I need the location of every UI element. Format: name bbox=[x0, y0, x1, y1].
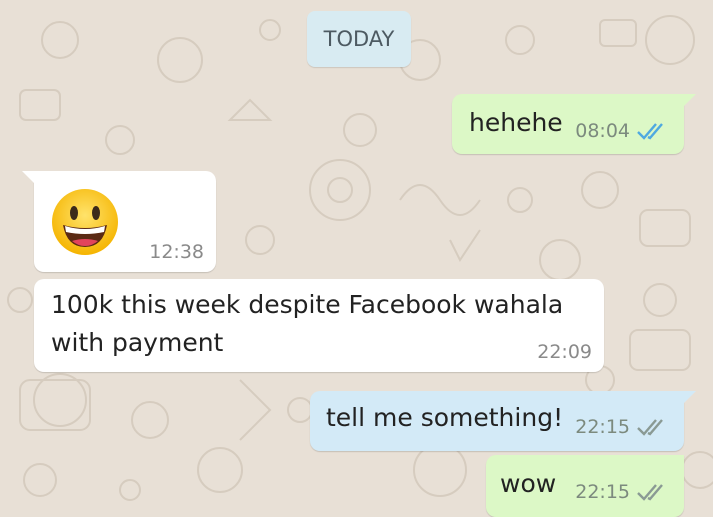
message-bubble-outgoing[interactable]: hehehe 08:04 bbox=[452, 94, 696, 154]
message-meta: 22:15 bbox=[575, 481, 670, 503]
message-bubble-incoming[interactable]: 100k this week despite Facebook wahala w… bbox=[34, 279, 604, 372]
message-meta: 22:09 bbox=[537, 341, 592, 363]
message-text: wow bbox=[500, 469, 557, 498]
delivered-receipt-icon bbox=[637, 419, 663, 436]
message-bubble-incoming[interactable]: 12:38 bbox=[22, 171, 216, 272]
message-bubble-outgoing[interactable]: wow 22:15 bbox=[486, 455, 684, 517]
message-time: 22:15 bbox=[575, 481, 630, 503]
message-meta: 12:38 bbox=[149, 241, 204, 263]
read-receipt-icon bbox=[637, 123, 663, 140]
date-label: TODAY bbox=[323, 27, 395, 51]
message-meta: 08:04 bbox=[575, 120, 670, 142]
grinning-face-emoji-icon bbox=[52, 189, 118, 255]
message-time: 22:15 bbox=[575, 416, 630, 438]
message-meta: 22:15 bbox=[575, 416, 670, 438]
date-separator: TODAY bbox=[307, 11, 411, 67]
message-time: 22:09 bbox=[537, 341, 592, 363]
delivered-receipt-icon bbox=[637, 484, 663, 501]
message-text-line: with payment bbox=[51, 328, 224, 357]
message-text: tell me something! bbox=[326, 403, 564, 432]
message-text-line: 100k this week despite Facebook wahala bbox=[51, 290, 564, 319]
message-time: 08:04 bbox=[575, 120, 630, 142]
message-time: 12:38 bbox=[149, 241, 204, 263]
message-text: hehehe bbox=[469, 108, 563, 137]
message-bubble-outgoing-selected[interactable]: tell me something! 22:15 bbox=[310, 391, 696, 451]
